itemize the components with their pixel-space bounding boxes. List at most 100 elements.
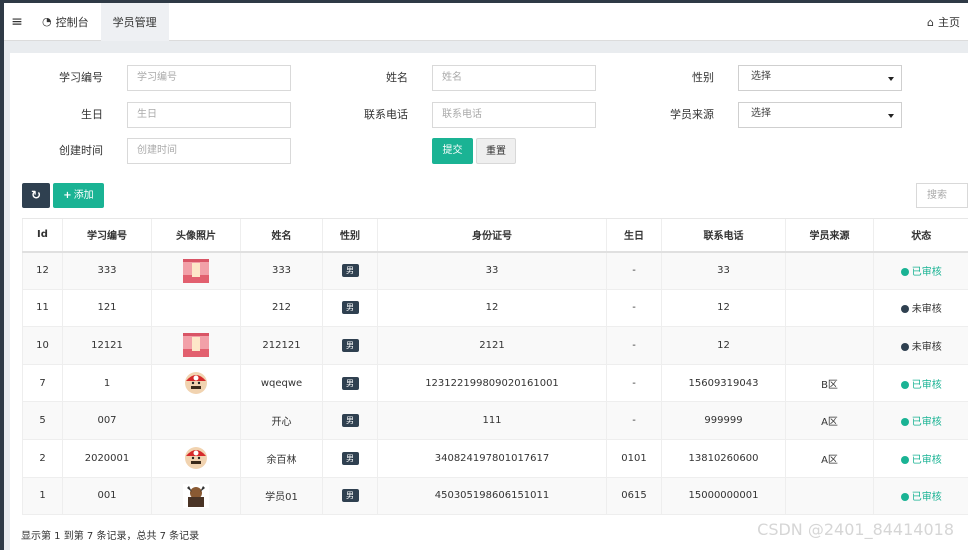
reset-button[interactable]: 重置 xyxy=(476,138,516,164)
birthday-input[interactable]: 生日 xyxy=(127,102,291,128)
cell-gender: 男 xyxy=(322,477,378,516)
cell-birthday: - xyxy=(606,289,662,328)
cell-avatar xyxy=(151,477,241,516)
status-label: 已审核 xyxy=(911,417,942,429)
status-dot-icon xyxy=(900,455,909,464)
table-row[interactable]: 10 12121 212121 男 2121-12 未审核 xyxy=(22,326,968,365)
refresh-button[interactable]: ↻ xyxy=(22,183,50,208)
cell-avatar xyxy=(151,401,241,440)
column-header[interactable]: 联系电话 xyxy=(661,218,786,253)
avatar-image xyxy=(183,258,209,283)
gender-select[interactable]: 选择 xyxy=(738,65,902,91)
status-label: 未审核 xyxy=(911,341,942,353)
cell-study-code: 333 xyxy=(62,251,152,290)
status-label: 未审核 xyxy=(911,304,942,316)
column-header[interactable]: 头像照片 xyxy=(151,218,241,253)
status-badge: 已审核 xyxy=(900,454,942,466)
hamburger-icon[interactable]: ≡ xyxy=(4,14,30,30)
status-label: 已审核 xyxy=(911,454,942,466)
cell-phone: 12 xyxy=(661,289,786,328)
column-header[interactable]: 姓名 xyxy=(240,218,323,253)
refresh-icon: ↻ xyxy=(30,188,42,202)
cell-id: 2 xyxy=(22,439,63,478)
column-header[interactable]: 生日 xyxy=(606,218,662,253)
column-header[interactable]: 身份证号 xyxy=(377,218,607,253)
table-header-row: Id 学习编号 头像照片 姓名 性别 身份证号 生日 联系电话 学员来源 状态 xyxy=(22,218,968,253)
status-badge: 已审核 xyxy=(900,417,942,429)
gender-select-value: 选择 xyxy=(751,71,771,82)
source-select-value: 选择 xyxy=(751,108,771,119)
cell-gender: 男 xyxy=(322,364,378,403)
avatar-image xyxy=(185,447,207,470)
plus-icon: + xyxy=(63,190,72,201)
column-header[interactable]: 学员来源 xyxy=(785,218,874,253)
cell-study-code: 12121 xyxy=(62,326,152,365)
cell-birthday: - xyxy=(606,364,662,403)
status-badge: 未审核 xyxy=(900,304,942,316)
cell-source: B区 xyxy=(785,364,874,403)
cell-study-code: 001 xyxy=(62,477,152,516)
cell-status: 已审核 xyxy=(873,401,968,440)
status-badge: 已审核 xyxy=(900,380,942,391)
label-created-time: 创建时间 xyxy=(59,144,103,157)
cell-source xyxy=(785,477,874,516)
tab-student-management[interactable]: 学员管理 xyxy=(100,2,169,41)
main-panel: 学习编号 学习编号 姓名 姓名 性别 选择 生日 生日 联系电话 联系电话 学员… xyxy=(10,53,968,550)
cell-source xyxy=(785,289,874,328)
label-name: 姓名 xyxy=(386,71,408,84)
study-code-input[interactable]: 学习编号 xyxy=(127,65,291,91)
label-phone: 联系电话 xyxy=(364,108,408,121)
cell-gender: 男 xyxy=(322,326,378,365)
cell-phone: 13810260600 xyxy=(661,439,786,478)
name-input[interactable]: 姓名 xyxy=(432,65,596,91)
cell-phone: 33 xyxy=(661,251,786,290)
cell-idcard: 12 xyxy=(377,289,607,328)
window-frame-left xyxy=(0,0,4,550)
student-table: Id 学习编号 头像照片 姓名 性别 身份证号 生日 联系电话 学员来源 状态 … xyxy=(22,218,968,516)
cell-name: 学员01 xyxy=(240,477,323,516)
label-source: 学员来源 xyxy=(670,108,714,121)
cell-birthday: - xyxy=(606,401,662,440)
submit-button[interactable]: 提交 xyxy=(432,138,473,164)
watermark: CSDN @2401_84414018 xyxy=(757,520,954,539)
table-row[interactable]: 12 333 333 男 33-33 已审核 xyxy=(22,251,968,290)
gender-badge: 男 xyxy=(341,451,359,465)
cell-name: 212 xyxy=(240,289,323,328)
add-button[interactable]: + 添加 xyxy=(53,183,104,208)
column-header[interactable]: Id xyxy=(22,218,63,253)
table-row[interactable]: 1 001 学员01 男 450305198606151011 0615 150000000… xyxy=(22,477,968,516)
column-header[interactable]: 学习编号 xyxy=(62,218,152,253)
gender-badge: 男 xyxy=(341,489,359,503)
home-icon: ⌂ xyxy=(927,15,934,29)
pagination-info: 显示第 1 到第 7 条记录，总共 7 条记录 xyxy=(21,531,200,542)
cell-source xyxy=(785,251,874,290)
tab-dashboard[interactable]: ◔ 控制台 xyxy=(30,3,101,41)
created-time-input[interactable]: 创建时间 xyxy=(127,138,291,164)
cell-avatar xyxy=(151,439,241,478)
top-navbar: ≡ ◔ 控制台 学员管理 ⌂ 主页 xyxy=(4,2,968,41)
cell-id: 5 xyxy=(22,401,63,440)
cell-avatar xyxy=(151,251,241,290)
cell-idcard: 123122199809020161001 xyxy=(377,364,607,403)
cell-phone: 15000000001 xyxy=(661,477,786,516)
home-label: 主页 xyxy=(938,16,960,29)
cell-status: 已审核 xyxy=(873,364,968,403)
home-link[interactable]: ⌂ 主页 xyxy=(927,3,960,41)
table-row[interactable]: 7 1 wqeqwe 男 123122199809020161001-156093190… xyxy=(22,364,968,403)
cell-avatar xyxy=(151,364,241,403)
column-header[interactable]: 状态 xyxy=(873,218,968,253)
table-row[interactable]: 2 2020001 余百林 男 340824197801017617 0101 138102… xyxy=(22,439,968,478)
add-button-label: 添加 xyxy=(73,190,94,201)
phone-input[interactable]: 联系电话 xyxy=(432,102,596,128)
column-header[interactable]: 性别 xyxy=(322,218,378,253)
source-select[interactable]: 选择 xyxy=(738,102,902,128)
gender-badge: 男 xyxy=(341,301,359,315)
table-row[interactable]: 5 007 开心 男 111-999999 A区 已审核 xyxy=(22,401,968,440)
label-birthday: 生日 xyxy=(81,108,103,121)
search-input[interactable]: 搜索 xyxy=(916,183,968,208)
label-gender: 性别 xyxy=(692,71,714,84)
table-row[interactable]: 11 121 212 男 12-12 未审核 xyxy=(22,289,968,328)
cell-gender: 男 xyxy=(322,289,378,328)
status-dot-icon xyxy=(900,493,909,502)
status-label: 已审核 xyxy=(911,267,942,279)
